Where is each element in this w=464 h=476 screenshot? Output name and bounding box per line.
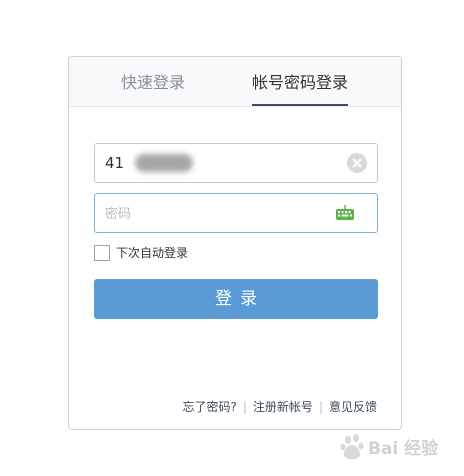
password-field[interactable]: [94, 193, 378, 233]
username-field[interactable]: [94, 143, 378, 183]
footer-separator: |: [318, 400, 323, 414]
footer-separator: |: [242, 400, 247, 414]
redacted-username: [135, 154, 193, 172]
active-tab-indicator: [252, 104, 348, 106]
login-button[interactable]: 登录: [94, 279, 378, 319]
tab-quick-login[interactable]: 快速登录: [121, 73, 185, 93]
watermark-text: Bai 经验: [368, 438, 439, 459]
footer-links: 忘了密码? | 注册新帐号 | 意见反馈: [163, 399, 378, 415]
login-tabs: 快速登录 帐号密码登录: [69, 57, 401, 107]
feedback-link[interactable]: 意见反馈: [329, 400, 377, 414]
forgot-password-link[interactable]: 忘了密码?: [183, 400, 237, 414]
clear-icon[interactable]: [347, 153, 367, 173]
keyboard-icon[interactable]: [335, 205, 355, 221]
register-link[interactable]: 注册新帐号: [253, 400, 313, 414]
baidu-watermark: Bai 经验: [334, 428, 460, 472]
tab-account-login[interactable]: 帐号密码登录: [252, 73, 348, 93]
login-panel: 快速登录 帐号密码登录 41 下次自动登录 登录 忘了密码? | 注册新帐号 |…: [68, 56, 402, 430]
remember-checkbox[interactable]: [94, 245, 110, 261]
remember-label: 下次自动登录: [116, 246, 189, 260]
password-input[interactable]: [105, 194, 335, 232]
